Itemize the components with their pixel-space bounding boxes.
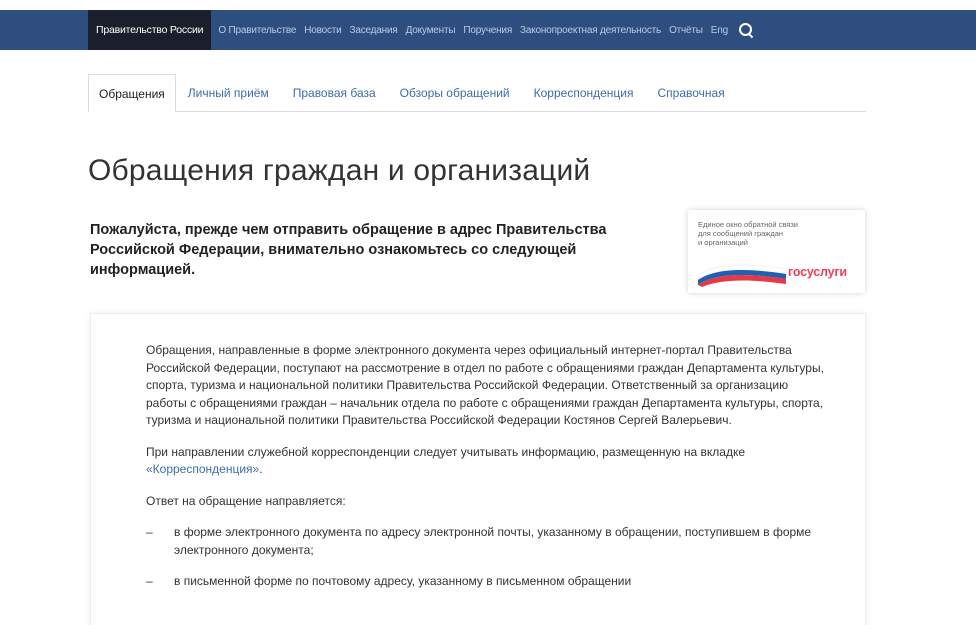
tab-legal-base[interactable]: Правовая база — [281, 74, 388, 111]
response-methods-list: – в форме электронного документа по адрес… — [146, 524, 826, 591]
gosuslugi-feedback-widget[interactable]: Единое окно обратной связи для сообщений… — [688, 210, 865, 293]
paragraph-response-intro: Ответ на обращение направляется: — [146, 493, 346, 508]
intro-notice: Пожалуйста, прежде чем отправить обращен… — [90, 222, 607, 278]
main-nav: Правительство России О Правительстве Нов… — [88, 10, 754, 50]
list-item: – в письменной форме по почтовому адресу,… — [146, 573, 826, 591]
nav-brand-government[interactable]: Правительство России — [88, 10, 212, 50]
nav-link-reports[interactable]: Отчёты — [669, 25, 703, 36]
nav-link-news[interactable]: Новости — [304, 25, 342, 36]
info-panel-body: Обращения, направленные в форме электрон… — [146, 342, 826, 605]
correspondence-link[interactable]: «Корреспонденция» — [146, 462, 259, 476]
tab-reference[interactable]: Справочная — [646, 74, 737, 111]
paragraph-correspondence-note: При направлении служебной корреспонденци… — [146, 444, 746, 477]
section-tabs: Обращения Личный приём Правовая база Обз… — [88, 74, 866, 112]
tab-correspondence[interactable]: Корреспонденция — [522, 74, 646, 111]
nav-link-instructions[interactable]: Поручения — [463, 25, 512, 36]
dash-bullet: – — [146, 525, 153, 539]
tab-personal-reception[interactable]: Личный приём — [176, 74, 281, 111]
nav-link-legislation[interactable]: Законопроектная деятельность — [520, 25, 661, 36]
gosuslugi-logo-text: госуслуги — [788, 265, 847, 279]
nav-link-about[interactable]: О Правительстве — [218, 25, 296, 36]
tab-appeal-reviews[interactable]: Обзоры обращений — [388, 74, 522, 111]
gosuslugi-caption: Единое окно обратной связи для сообщений… — [698, 220, 798, 247]
top-navigation-bar: Правительство России О Правительстве Нов… — [0, 10, 976, 50]
list-item: – в форме электронного документа по адрес… — [146, 525, 812, 557]
search-icon[interactable] — [738, 22, 754, 38]
nav-link-meetings[interactable]: Заседания — [350, 25, 398, 36]
dash-bullet: – — [146, 574, 153, 588]
tab-appeals[interactable]: Обращения — [88, 74, 176, 112]
info-panel: Обращения, направленные в форме электрон… — [90, 313, 866, 625]
page-title: Обращения граждан и организаций — [88, 154, 591, 187]
paragraph-appeals-processing: Обращения, направленные в форме электрон… — [146, 343, 824, 427]
nav-link-english[interactable]: Eng — [711, 25, 728, 36]
nav-link-documents[interactable]: Документы — [406, 25, 456, 36]
